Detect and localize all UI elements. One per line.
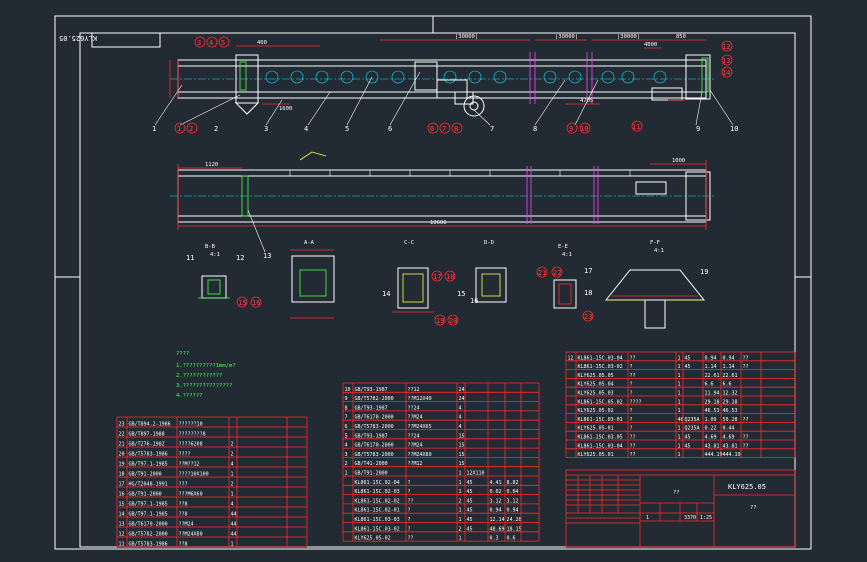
dim-4000: 4000 [644, 42, 657, 48]
section-ee-scale: 4:1 [562, 252, 572, 258]
sec-callout-15: 15 [238, 299, 246, 307]
dim-1120: 1120 [205, 162, 218, 168]
sec-callout-18b: 18 [584, 289, 592, 297]
dim-10600: 10600 [430, 220, 447, 226]
sec-callout-16: 16 [252, 299, 260, 307]
dim-400: 400 [257, 40, 267, 46]
callout-2: 2 [214, 125, 218, 133]
bom-table-middle: 10 GB/T93-1987 ??12 249 GB/T5782-2000 ??M12X4… [342, 382, 540, 542]
section-dd-label: D-D [484, 240, 494, 246]
cad-drawing: KLY625.05 400 |30000| |30000| |30000| 85… [54, 15, 812, 550]
dim-1000: 1000 [672, 158, 685, 164]
circ-8: 8 [454, 125, 458, 133]
circ-6: 6 [430, 125, 434, 133]
section-ff-label: F-F [650, 240, 660, 246]
sec-callout-11: 11 [186, 254, 194, 262]
drawing-code: KLY625.05 [728, 483, 766, 491]
sec-callout-22: 22 [553, 269, 561, 277]
callout-13: 13 [263, 252, 271, 260]
sec-callout-17: 17 [433, 273, 441, 281]
sec-callout-21: 21 [538, 269, 546, 277]
elevation-view: 400 |30000| |30000| |30000| 850 4000 470… [152, 34, 738, 134]
sec-callout-17b: 17 [584, 267, 592, 275]
sec-callout-16b: 16 [470, 297, 478, 305]
circ-2: 2 [189, 125, 193, 133]
sec-callout-18: 18 [446, 273, 454, 281]
circ-12: 12 [722, 43, 730, 51]
dim-850: 850 [676, 34, 686, 40]
dim-30000-c: |30000| [617, 34, 640, 40]
circ-14: 14 [722, 69, 730, 77]
technical-notes: ???? 1.??????????1mm/m? 2.???????????? 3… [176, 351, 236, 399]
callout-9: 9 [696, 125, 700, 133]
callout-3: 3 [264, 125, 268, 133]
title-block: ?? KLY625.05 ?? 1 3370 1:25 [565, 469, 796, 548]
code-box-rotated [91, 32, 161, 48]
callout-8: 8 [533, 125, 537, 133]
tb-sheet: 1 [646, 515, 649, 521]
note-3: 3.??????????????? [176, 383, 232, 389]
sec-callout-23: 23 [584, 313, 592, 321]
roller-set [265, 70, 667, 84]
callout-10: 10 [730, 125, 738, 133]
tb-scale: 1:25 [700, 515, 712, 521]
callout-6: 6 [388, 125, 392, 133]
callout-1: 1 [152, 125, 156, 133]
dim-4705: 4705 [580, 98, 593, 104]
cad-viewport[interactable]: KLY625.05 400 |30000| |30000| |30000| 85… [0, 0, 867, 562]
section-ff-scale: 4:1 [654, 248, 664, 254]
circ-3: 3 [197, 39, 201, 47]
section-aa-label: A-A [304, 240, 315, 246]
note-1: 1.??????????1mm/m? [176, 363, 236, 369]
circ-7: 7 [442, 125, 446, 133]
callout-5: 5 [345, 125, 349, 133]
sec-callout-14: 14 [382, 290, 390, 298]
bom-table-left: 23 GB/T894.2-1986 ??????1022 GB/T897-1988??… [116, 416, 308, 548]
dim-1600: 1600 [279, 106, 292, 112]
title-name: ?? [673, 490, 680, 496]
note-4: 4.?????? [176, 393, 203, 399]
bom-table-right: 12 KL861-15C.03-04?? 1 45 0.94 0.94 ??KL861-15… [565, 351, 796, 458]
circ-13: 13 [722, 57, 730, 65]
section-ee-label: E-E [558, 244, 568, 250]
circ-4: 4 [209, 39, 213, 47]
notes-title: ???? [176, 351, 189, 357]
dim-30000-a: |30000| [455, 34, 478, 40]
callout-7: 7 [490, 125, 494, 133]
circ-5: 5 [221, 39, 225, 47]
section-bb-label: B-B [205, 244, 216, 250]
sheet-border-outer [54, 15, 812, 550]
title-company: ?? [750, 505, 757, 511]
sec-callout-19b: 19 [700, 268, 708, 276]
dim-30000-b: |30000| [555, 34, 578, 40]
sec-callout-15b: 15 [457, 290, 465, 298]
plan-view: 1120 10600 1000 13 [170, 151, 715, 260]
callout-4: 4 [304, 125, 308, 133]
sec-callout-12: 12 [236, 254, 244, 262]
section-bb-scale: 4:1 [210, 252, 220, 258]
circ-1: 1 [177, 125, 181, 133]
circ-10: 10 [580, 125, 588, 133]
sec-callout-19: 19 [436, 317, 444, 325]
circ-11: 11 [632, 123, 640, 131]
drawing-code-rotated: KLY625.05 [59, 34, 97, 42]
circ-9: 9 [569, 125, 573, 133]
tb-mass: 3370 [684, 515, 696, 521]
sec-callout-20: 20 [449, 317, 457, 325]
section-cc-label: C-C [404, 240, 414, 246]
note-2: 2.???????????? [176, 373, 222, 379]
